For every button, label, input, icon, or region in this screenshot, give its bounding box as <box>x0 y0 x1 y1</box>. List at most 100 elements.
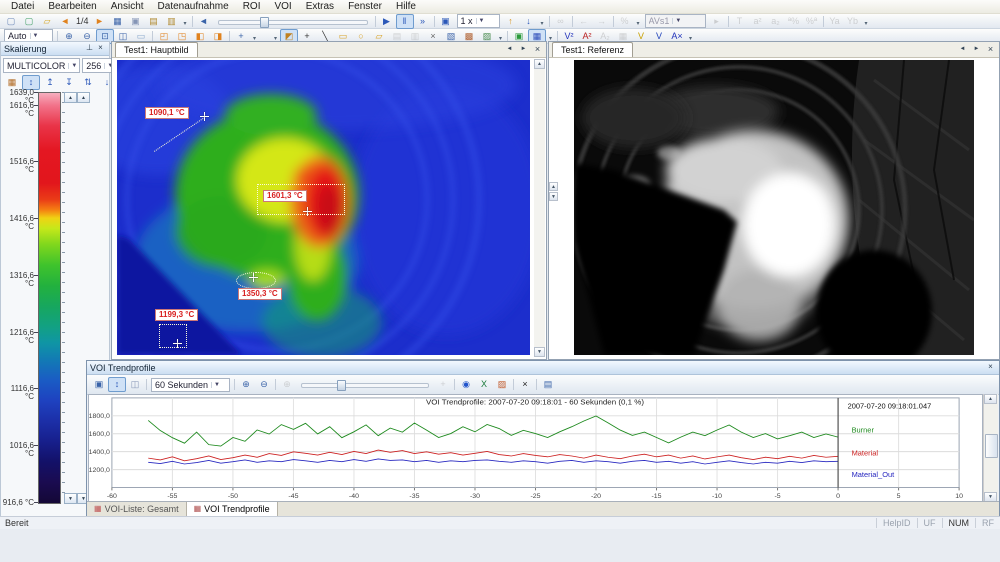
avi-combo[interactable]: AVs1▼ <box>645 14 706 28</box>
roi-ellipse-temperature-label[interactable]: 1350,3 °C <box>238 288 282 300</box>
palette-combo[interactable]: MULTICOLOR ▼ <box>3 58 80 73</box>
spot-temperature-label[interactable]: 1090,1 °C <box>145 107 189 119</box>
menu-hilfe[interactable]: Hilfe <box>389 1 423 13</box>
bottom-tab-voi-liste-gesamt[interactable]: ▦VOI-Liste: Gesamt <box>87 502 187 516</box>
menu-voi[interactable]: VOI <box>267 1 298 13</box>
print-icon[interactable]: ▤ <box>539 377 557 392</box>
tab-hauptbild[interactable]: Test1: Hauptbild <box>115 42 198 57</box>
export-report-icon[interactable]: ▥ <box>163 14 181 29</box>
roi-rect-marker-icon[interactable] <box>303 207 312 216</box>
delete-curve-icon[interactable]: × <box>516 377 534 392</box>
label-temp2-icon[interactable]: a₂ <box>767 14 785 29</box>
new-analysis-icon[interactable]: ▢ <box>20 14 38 29</box>
color-scale-bar[interactable] <box>38 92 61 504</box>
spot-marker-icon[interactable] <box>200 112 209 121</box>
bottom-tab-voi-trendprofile[interactable]: ▦VOI Trendprofile <box>187 502 278 516</box>
menu-bearbeiten[interactable]: Bearbeiten <box>41 1 103 13</box>
reference-image[interactable] <box>574 60 974 355</box>
scroll-down-icon[interactable]: ▼ <box>534 347 545 357</box>
slider-thumb[interactable] <box>337 380 346 391</box>
play-icon[interactable]: ▶ <box>378 14 396 29</box>
menu-roi[interactable]: ROI <box>236 1 268 13</box>
interval-combo[interactable]: 60 Sekunden▼ <box>151 378 230 392</box>
redo-icon[interactable]: → <box>593 14 611 29</box>
main-image-scrollbar[interactable]: ▲ ▼ <box>534 59 545 357</box>
close-icon[interactable]: × <box>95 43 106 54</box>
annotation-overflow-button[interactable]: ▾ <box>862 14 871 28</box>
scale-span-button[interactable]: ⇅ <box>79 75 97 90</box>
snapshot-icon[interactable]: % <box>616 14 634 29</box>
avi-play-icon[interactable]: ▸ <box>708 14 726 29</box>
tab-next-icon[interactable]: ► <box>970 43 983 56</box>
roi-square-marker-icon[interactable] <box>173 339 182 348</box>
tab-prev-icon[interactable]: ◄ <box>956 43 969 56</box>
time-range-slider[interactable] <box>301 380 429 389</box>
save-icon[interactable]: ▦ <box>109 14 127 29</box>
tab-close-icon[interactable]: × <box>531 43 544 56</box>
chart-pan-icon[interactable]: ◫ <box>126 377 144 392</box>
next-image-icon[interactable]: ► <box>91 14 109 29</box>
zoom-reset-icon[interactable]: ⊕ <box>278 377 296 392</box>
copy-chart-icon[interactable]: ▣ <box>90 377 108 392</box>
copy-image-icon[interactable]: ▣ <box>127 14 145 29</box>
record-frame-icon[interactable]: ▣ <box>437 14 455 29</box>
scroll-up-icon[interactable]: ▲ <box>534 59 545 69</box>
tab-prev-icon[interactable]: ◄ <box>503 43 516 56</box>
roi-square-temperature-label[interactable]: 1199,3 °C <box>155 309 198 321</box>
fit-vertical-icon[interactable]: ↕ <box>108 377 126 392</box>
tab-referenz[interactable]: Test1: Referenz <box>552 42 633 57</box>
trend-chart[interactable]: -60-55-50-45-40-35-30-25-20-15-10-505101… <box>88 394 983 502</box>
chart-cursor-icon[interactable]: + <box>434 377 452 392</box>
scroll-up-icon[interactable]: ▲ <box>549 182 558 191</box>
play-overflow-button[interactable]: ▾ <box>538 14 547 28</box>
marker-yb-icon[interactable]: Yb <box>844 14 862 29</box>
excel-export-icon[interactable]: X <box>475 377 493 392</box>
chart-scrollbar[interactable]: ▲ ▼ <box>983 394 998 502</box>
roi-ellipse-marker-icon[interactable] <box>249 273 258 282</box>
scroll-up-icon[interactable]: ▲ <box>984 394 997 404</box>
scale-max-button[interactable]: ↥ <box>41 75 59 90</box>
open-icon[interactable]: ▱ <box>38 14 56 29</box>
export-image-icon[interactable]: ▤ <box>145 14 163 29</box>
pause-icon[interactable]: ‖ <box>396 14 414 29</box>
label-percent-icon[interactable]: ª% <box>785 14 803 29</box>
timeline-slider[interactable] <box>218 17 368 26</box>
label-percent2-icon[interactable]: %ª <box>803 14 821 29</box>
undo-icon[interactable]: ← <box>575 14 593 29</box>
scrollbar-thumb[interactable] <box>985 434 998 458</box>
step-down-icon[interactable]: ↓ <box>520 14 538 29</box>
thermal-image[interactable]: 1090,1 °C 1601,3 °C 1350,3 °C 1199,3 °C <box>117 60 530 355</box>
menu-fenster[interactable]: Fenster <box>341 1 389 13</box>
scale-max-up-spinner[interactable]: ▲ <box>64 92 77 103</box>
scale-min-up-spinner[interactable]: ▼ <box>64 493 77 504</box>
file-overflow-button[interactable]: ▾ <box>181 14 190 28</box>
menu-datei[interactable]: Datei <box>4 1 41 13</box>
speaker-icon[interactable]: ◄ <box>195 14 213 29</box>
zoom-time-out-icon[interactable]: ⊖ <box>255 377 273 392</box>
new-document-icon[interactable]: ▢ <box>2 14 20 29</box>
edit-overflow-button[interactable]: ▾ <box>634 14 643 28</box>
scale-max-down-spinner[interactable]: ▲ <box>77 92 90 103</box>
menu-ansicht[interactable]: Ansicht <box>104 1 151 13</box>
visibility-icon[interactable]: ◉ <box>457 377 475 392</box>
zoom-time-in-icon[interactable]: ⊕ <box>237 377 255 392</box>
fast-forward-icon[interactable]: » <box>414 14 432 29</box>
marker-ya-icon[interactable]: Ya <box>826 14 844 29</box>
scroll-down-icon[interactable]: ▼ <box>549 192 558 201</box>
tab-close-icon[interactable]: × <box>984 43 997 56</box>
speed-combo[interactable]: 1 x▼ <box>457 14 500 28</box>
step-up-icon[interactable]: ↑ <box>502 14 520 29</box>
scale-min-button[interactable]: ↧ <box>60 75 78 90</box>
prev-image-icon[interactable]: ◄ <box>56 14 74 29</box>
tab-next-icon[interactable]: ► <box>517 43 530 56</box>
label-temp-icon[interactable]: a² <box>749 14 767 29</box>
chart-options-icon[interactable]: ▨ <box>493 377 511 392</box>
close-icon[interactable]: × <box>985 362 996 373</box>
text-tool-icon[interactable]: T <box>731 14 749 29</box>
link-views-icon[interactable]: ∞ <box>552 14 570 29</box>
menu-extras[interactable]: Extras <box>299 1 341 13</box>
roi-rect-temperature-label[interactable]: 1601,3 °C <box>263 190 307 202</box>
slider-thumb[interactable] <box>260 17 269 28</box>
menu-datenaufnahme[interactable]: Datenaufnahme <box>151 1 236 13</box>
pin-icon[interactable]: ⊥ <box>84 43 95 54</box>
